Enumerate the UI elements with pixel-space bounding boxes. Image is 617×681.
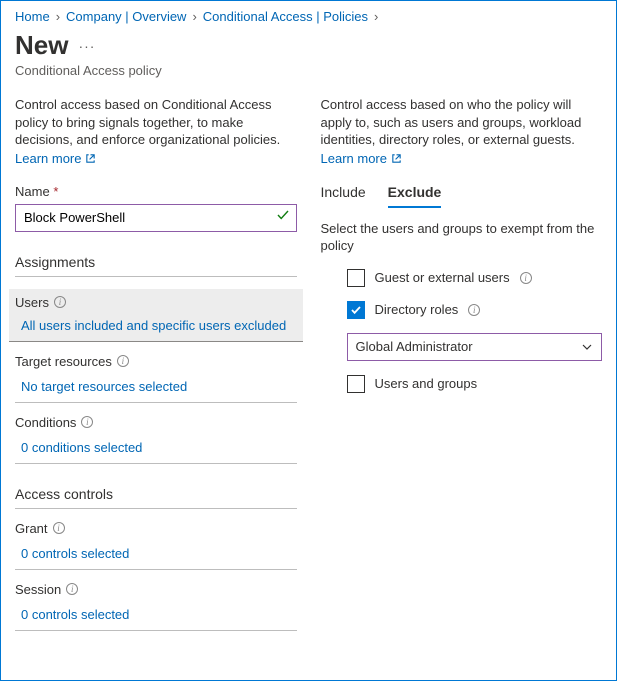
breadcrumb-home[interactable]: Home — [15, 9, 50, 24]
directory-roles-option[interactable]: Directory roles i — [321, 301, 603, 319]
more-icon[interactable]: ··· — [78, 38, 95, 54]
session-value[interactable]: 0 controls selected — [15, 601, 297, 631]
info-icon[interactable]: i — [117, 355, 129, 367]
learn-more-link[interactable]: Learn more — [15, 151, 96, 166]
external-link-icon — [85, 153, 96, 164]
check-icon — [276, 208, 290, 222]
target-label: Target resources — [15, 354, 112, 369]
name-input[interactable] — [15, 204, 297, 232]
users-setting[interactable]: Users i — [9, 289, 303, 312]
users-groups-label: Users and groups — [375, 376, 478, 391]
assignments-heading: Assignments — [15, 254, 297, 277]
info-icon[interactable]: i — [520, 272, 532, 284]
breadcrumb: Home › Company | Overview › Conditional … — [1, 1, 616, 26]
info-icon[interactable]: i — [81, 416, 93, 428]
checkbox-unchecked-icon[interactable] — [347, 269, 365, 287]
info-icon[interactable]: i — [468, 304, 480, 316]
exclude-hint: Select the users and groups to exempt fr… — [321, 220, 603, 255]
users-label: Users — [15, 295, 49, 310]
external-link-icon — [391, 153, 402, 164]
info-icon[interactable]: i — [66, 583, 78, 595]
target-resources-setting[interactable]: Target resources i — [15, 354, 297, 373]
chevron-right-icon: › — [374, 9, 378, 24]
name-label: Name * — [15, 184, 297, 199]
info-icon[interactable]: i — [53, 522, 65, 534]
tab-include[interactable]: Include — [321, 184, 366, 208]
conditions-setting[interactable]: Conditions i — [15, 415, 297, 434]
directory-roles-label: Directory roles — [375, 302, 459, 317]
users-value[interactable]: All users included and specific users ex… — [9, 312, 303, 342]
learn-more-label: Learn more — [321, 151, 387, 166]
target-resources-value[interactable]: No target resources selected — [15, 373, 297, 403]
chevron-right-icon: › — [192, 9, 196, 24]
breadcrumb-company[interactable]: Company | Overview — [66, 9, 186, 24]
access-controls-heading: Access controls — [15, 486, 297, 509]
chevron-right-icon: › — [56, 9, 60, 24]
breadcrumb-policies[interactable]: Conditional Access | Policies — [203, 9, 368, 24]
page-header: New ··· — [1, 26, 616, 63]
checkbox-unchecked-icon[interactable] — [347, 375, 365, 393]
grant-value[interactable]: 0 controls selected — [15, 540, 297, 570]
right-description: Control access based on who the policy w… — [321, 96, 603, 149]
page-subtitle: Conditional Access policy — [1, 63, 616, 90]
guest-users-option[interactable]: Guest or external users i — [321, 269, 603, 287]
guest-users-label: Guest or external users — [375, 270, 510, 285]
include-exclude-tabs: Include Exclude — [321, 184, 603, 208]
learn-more-link[interactable]: Learn more — [321, 151, 402, 166]
left-description: Control access based on Conditional Acce… — [15, 96, 297, 149]
selected-role-label: Global Administrator — [356, 339, 473, 354]
grant-label: Grant — [15, 521, 48, 536]
session-label: Session — [15, 582, 61, 597]
conditions-label: Conditions — [15, 415, 76, 430]
chevron-down-icon — [581, 341, 593, 353]
left-pane: Control access based on Conditional Acce… — [15, 96, 297, 631]
session-setting[interactable]: Session i — [15, 582, 297, 601]
learn-more-label: Learn more — [15, 151, 81, 166]
checkbox-checked-icon[interactable] — [347, 301, 365, 319]
conditions-value[interactable]: 0 conditions selected — [15, 434, 297, 464]
directory-role-select[interactable]: Global Administrator — [347, 333, 603, 361]
right-pane: Control access based on who the policy w… — [321, 96, 603, 631]
tab-exclude[interactable]: Exclude — [388, 184, 442, 208]
grant-setting[interactable]: Grant i — [15, 521, 297, 540]
page-title: New — [15, 30, 68, 61]
users-groups-option[interactable]: Users and groups — [321, 375, 603, 393]
info-icon[interactable]: i — [54, 296, 66, 308]
